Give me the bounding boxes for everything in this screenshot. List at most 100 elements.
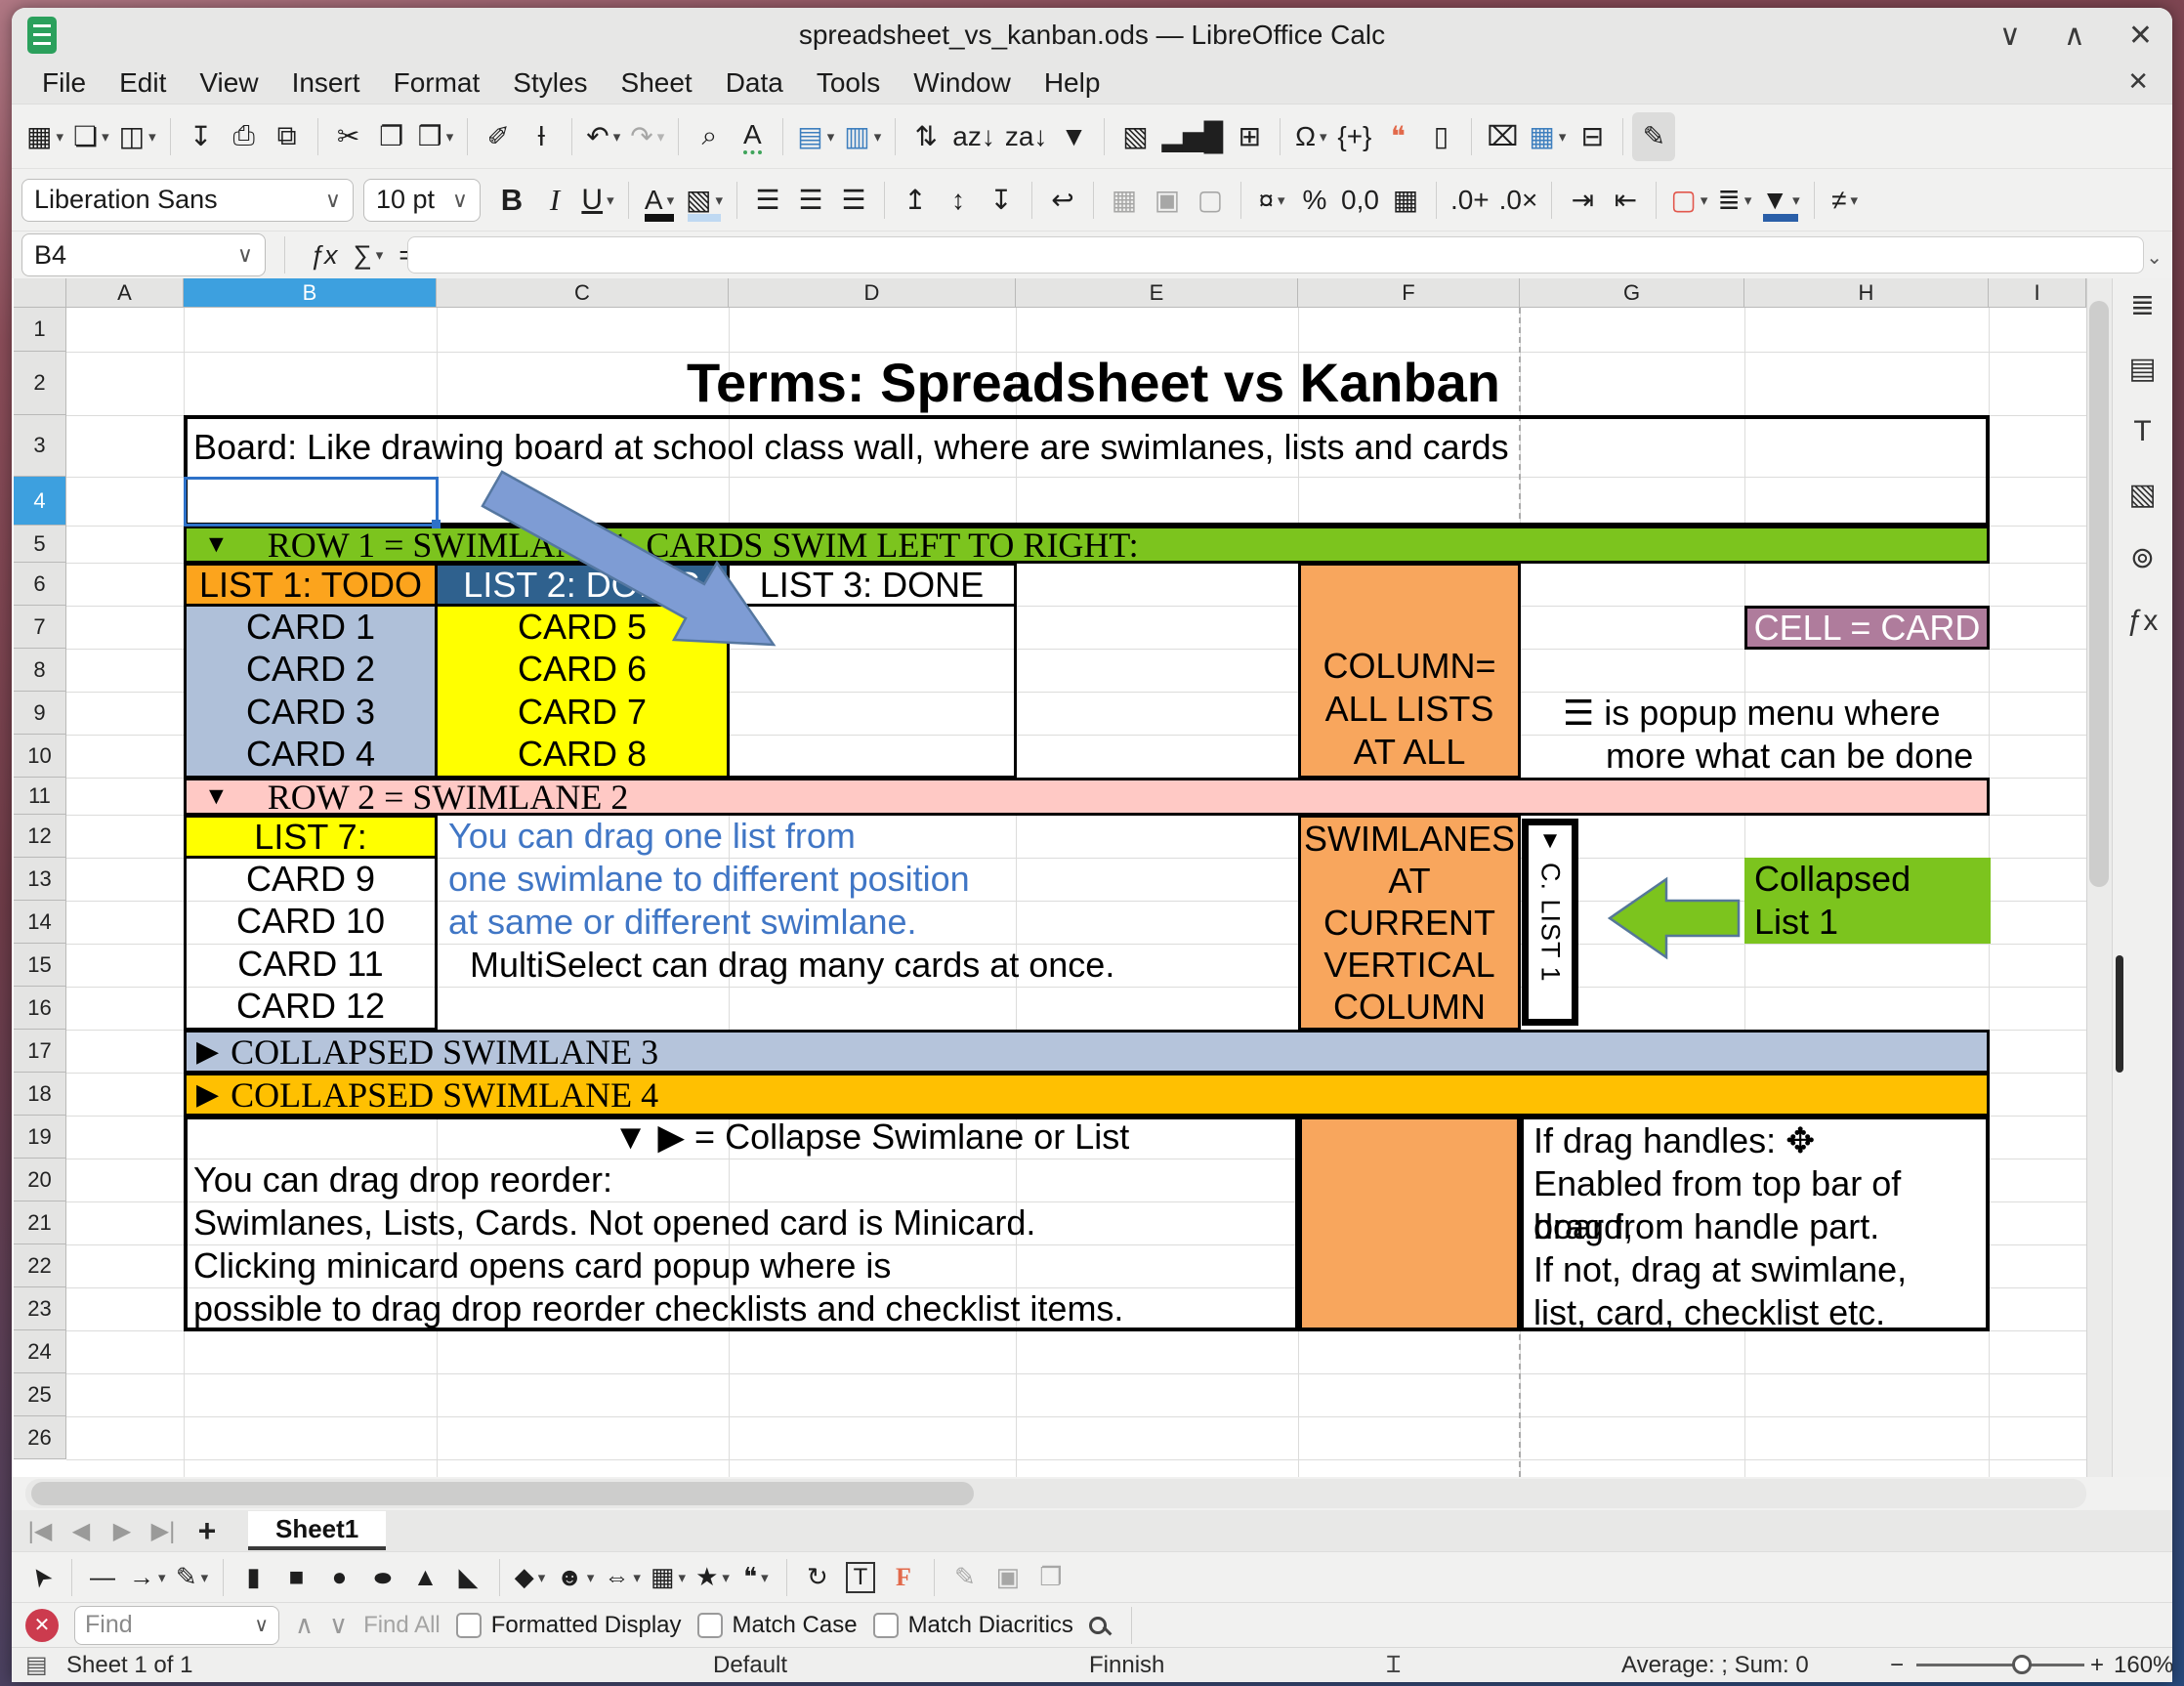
find-previous-icon[interactable]: ∧ [295, 1610, 314, 1640]
insert-pivot-table-button[interactable]: ⊞ [1228, 112, 1271, 161]
collapse-right-icon[interactable]: ▶ [196, 1077, 219, 1112]
select-all-corner[interactable] [14, 278, 66, 308]
swimlane4-band[interactable]: ▶ COLLAPSED SWIMLANE 4 [184, 1073, 1990, 1117]
zoom-slider-thumb[interactable] [2012, 1655, 2032, 1674]
bold-button[interactable]: B [490, 176, 533, 225]
menu-file[interactable]: File [25, 67, 103, 99]
collapse-down-icon[interactable]: ▼ [204, 782, 229, 811]
formatted-display-checkbox[interactable] [456, 1613, 482, 1638]
previous-sheet-icon[interactable]: ◀ [64, 1517, 98, 1545]
close-document-icon[interactable]: ✕ [2127, 66, 2149, 97]
row-header-8[interactable]: 8 [14, 649, 66, 692]
row-header-25[interactable]: 25 [14, 1373, 66, 1416]
orange-spacer-cell[interactable] [1298, 1116, 1521, 1331]
spreadsheet-area[interactable]: ABCDEFGHI 123456789101112131415161718192… [12, 278, 2172, 1477]
function-wizard-icon[interactable]: ƒx [310, 240, 338, 271]
row-header-1[interactable]: 1 [14, 308, 66, 352]
row-header-19[interactable]: 19 [14, 1116, 66, 1159]
sheet-info[interactable]: Sheet 1 of 1 [66, 1648, 192, 1682]
protect-sheet-button[interactable]: ⌧ [1481, 112, 1524, 161]
insert-row-button[interactable]: ▤▾ [792, 112, 839, 161]
close-button[interactable]: ✕ [2128, 19, 2153, 53]
collapsed-list-arrow-green[interactable] [1610, 879, 1739, 957]
minimize-button[interactable]: ∨ [1999, 19, 2021, 53]
zoom-slider[interactable] [1916, 1664, 2084, 1666]
insert-text-box-button[interactable]: T [839, 1556, 882, 1599]
save-button[interactable]: ◫▾ [114, 112, 161, 161]
styles-icon[interactable]: T [2133, 415, 2151, 448]
highlighting-color-button[interactable]: ▧▾ [681, 176, 728, 225]
square-button[interactable]: ■ [275, 1556, 318, 1599]
expand-formula-bar-icon[interactable]: ⌄ [2146, 245, 2163, 270]
collapsed-list-callout[interactable]: CollapsedList 1 [1744, 858, 1991, 944]
sort-descending-button[interactable]: za↓ [1000, 112, 1053, 161]
doing-cards-block[interactable]: CARD 5CARD 6CARD 7CARD 8 [435, 606, 730, 779]
collapse-down-icon[interactable]: ▼ [204, 530, 229, 559]
right-triangle-button[interactable]: ◣ [447, 1556, 490, 1599]
sort-ascending-button[interactable]: az↓ [947, 112, 1000, 161]
column-header-F[interactable]: F [1298, 278, 1520, 308]
find-all-button[interactable]: Find All [363, 1612, 441, 1639]
sidebar-menu-icon[interactable]: ≣ [2130, 288, 2155, 322]
maximize-button[interactable]: ∧ [2064, 19, 2085, 53]
find-input[interactable]: Find∨ [74, 1606, 279, 1645]
name-box[interactable]: B4∨ [21, 233, 266, 276]
column-note-cell[interactable]: COLUMN=ALL LISTSAT ALL [1298, 563, 1521, 779]
collapse-right-icon[interactable]: ▶ [196, 1034, 219, 1069]
language[interactable]: Finnish [1089, 1648, 1164, 1682]
cell-popup-note-2[interactable]: more what can be done [1532, 735, 1991, 778]
cell-doc-title[interactable]: Terms: Spreadsheet vs Kanban [437, 352, 1750, 415]
menu-insert[interactable]: Insert [275, 67, 377, 99]
swimlanes-note-cell[interactable]: SWIMLANESATCURRENTVERTICALCOLUMN [1298, 815, 1521, 1031]
zoom-in-icon[interactable]: + [2090, 1648, 2104, 1682]
collapsed-list-box[interactable]: ▼ C. LIST 1 [1522, 819, 1578, 1026]
vertical-scrollbar-thumb[interactable] [2089, 301, 2109, 887]
basic-shapes-button[interactable]: ◆▾ [509, 1556, 552, 1599]
collapse-down-icon[interactable]: ▼ [1538, 827, 1562, 855]
menu-view[interactable]: View [183, 67, 274, 99]
wrap-text-button[interactable]: ↩ [1041, 176, 1084, 225]
functions-icon[interactable]: ƒx [2127, 605, 2159, 638]
row-header-21[interactable]: 21 [14, 1201, 66, 1244]
font-name-combobox[interactable]: Liberation Sans∨ [21, 179, 354, 222]
insert-image-button[interactable]: ▧ [1113, 112, 1156, 161]
column-header-A[interactable]: A [66, 278, 184, 308]
select-button[interactable]: ➤ [20, 1556, 63, 1599]
row-header-24[interactable]: 24 [14, 1330, 66, 1373]
undo-button[interactable]: ↶▾ [581, 112, 625, 161]
conditional-formatting-button[interactable]: ≠▾ [1824, 176, 1867, 225]
export-pdf-button[interactable]: ↧ [180, 112, 223, 161]
menu-edit[interactable]: Edit [103, 67, 183, 99]
menu-tools[interactable]: Tools [800, 67, 897, 99]
column-header-B[interactable]: B [184, 278, 437, 308]
format-percent-button[interactable]: % [1293, 176, 1336, 225]
drag-note-lines[interactable]: You can drag one list fromone swimlane t… [448, 815, 1093, 944]
font-size-combobox[interactable]: 10 pt∨ [363, 179, 481, 222]
cell-list7-header[interactable]: LIST 7: [184, 815, 438, 859]
add-sheet-button[interactable]: + [188, 1513, 227, 1549]
find-replace-button[interactable]: ⌕ [688, 112, 731, 161]
align-top-button[interactable]: ↥ [894, 176, 937, 225]
menu-window[interactable]: Window [897, 67, 1028, 99]
swimlane1-band[interactable]: ▼ ROW 1 = SWIMLANE 1, CARDS SWIM LEFT TO… [184, 526, 1990, 564]
row-header-5[interactable]: 5 [14, 526, 66, 563]
row-header-26[interactable]: 26 [14, 1416, 66, 1459]
callouts-button[interactable]: ❝▾ [735, 1556, 777, 1599]
center-vertically-button[interactable]: ↕ [937, 176, 980, 225]
properties-icon[interactable]: ▤ [2128, 352, 2156, 386]
border-style-button[interactable]: ≣▾ [1712, 176, 1756, 225]
todo-cards-block[interactable]: CARD 1CARD 2CARD 3CARD 4 [184, 606, 438, 779]
show-draw-functions-button[interactable]: ✎ [1632, 112, 1675, 161]
new-button[interactable]: ▦▾ [21, 112, 68, 161]
column-header-I[interactable]: I [1989, 278, 2086, 308]
cut-button[interactable]: ✂ [327, 112, 370, 161]
paste-button[interactable]: ❒▾ [413, 112, 459, 161]
first-sheet-icon[interactable]: |◀ [23, 1517, 57, 1545]
swimlane3-band[interactable]: ▶ COLLAPSED SWIMLANE 3 [184, 1030, 1990, 1074]
close-find-bar-icon[interactable]: ✕ [25, 1609, 59, 1642]
row-header-6[interactable]: 6 [14, 563, 66, 606]
reorder-note-lines[interactable]: You can drag drop reorder:Swimlanes, Lis… [189, 1159, 1293, 1330]
navigator-icon[interactable]: ⊚ [2130, 541, 2155, 575]
find-next-icon[interactable]: ∨ [329, 1610, 348, 1640]
split-window-button[interactable]: ⊟ [1571, 112, 1614, 161]
